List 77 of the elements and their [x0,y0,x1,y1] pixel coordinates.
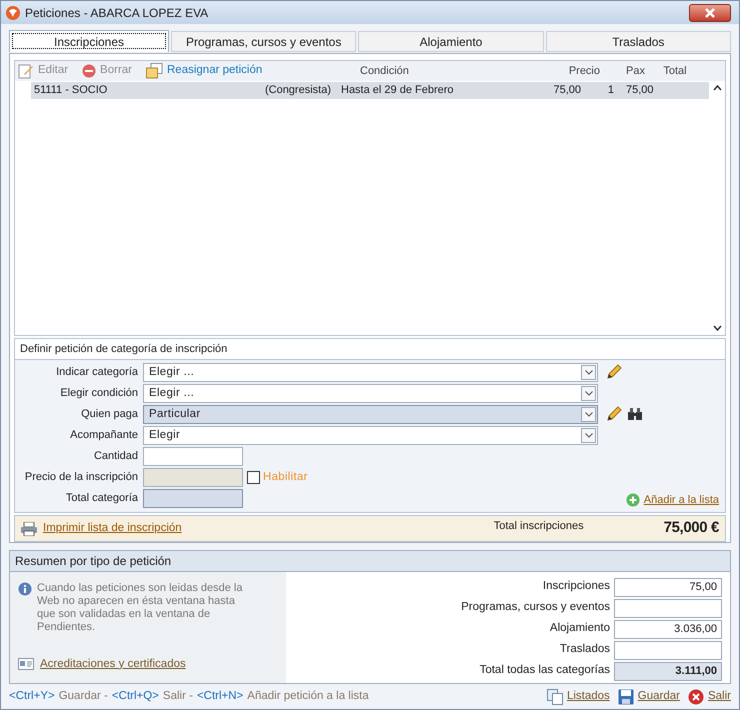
column-header[interactable]: Condición [360,62,550,80]
list-button[interactable]: Listados [546,688,610,706]
close-button[interactable] [689,4,731,22]
input-field[interactable] [143,488,243,508]
tab[interactable]: Programas, cursos y eventos [171,31,356,52]
shortcut-label: Guardar - [58,689,108,704]
edit-icon [18,63,34,79]
search-icon[interactable] [628,408,642,420]
save-button[interactable]: Guardar [618,688,680,706]
table-cell-text: 75,00 [626,83,655,98]
field-label: Total categoría [64,491,139,506]
section-title: Definir petición de categoría de inscripción [15,339,725,360]
section-title: Resumen por tipo de petición [10,551,730,572]
save-icon [618,689,634,705]
total-label: Total inscripciones [494,519,584,534]
field-label: Acompañante [69,428,139,444]
dropdown[interactable]: Elegir ... [143,384,598,403]
summary-value-field: 3.111,00 [614,662,722,680]
shortcut-label: Añadir petición a la lista [247,689,369,704]
add-link[interactable]: Añadir a la lista [644,492,719,508]
dropdown[interactable]: Particular [143,404,598,424]
total-value: 75,000 € [664,518,719,538]
pencil-icon[interactable] [606,406,622,422]
chevron-down-icon [584,370,592,375]
close-icon [688,689,704,705]
info-icon [18,582,32,596]
scroll-up-icon[interactable] [712,85,722,91]
close-icon [705,8,715,18]
table-row[interactable]: 51111 - SOCIO (Congresista) Hasta el 29 de Febrero 75,00 1 75,00 [31,82,709,99]
scroll-down-icon[interactable] [712,325,722,332]
field-label: Quien paga [80,407,139,422]
pencil-icon[interactable] [606,364,622,380]
summary-value-field: 3.036,00 [614,620,722,638]
dropdown[interactable]: Elegir [143,426,598,445]
reassign-button[interactable]: Reasignar petición [146,62,262,80]
table-cell-text: 51111 - SOCIO [33,83,108,98]
table-cell-text: 1 [606,83,615,98]
summary-label: Inscripciones [542,579,610,594]
tab[interactable]: Traslados [546,31,731,52]
field-label: Indicar categoría [55,365,139,380]
field-label: Cantidad [92,449,139,464]
table-cell-text: (Congresista) [264,83,332,98]
shortcut-key: <Ctrl+Q> [112,688,159,706]
id-card-icon [18,658,34,670]
add-icon [626,492,640,507]
chevron-down-icon [584,412,592,417]
table-cell-text: 75,00 [552,83,581,98]
summary-label: Programas, cursos y eventos [461,600,610,616]
shortcut-key: <Ctrl+N> [196,688,244,706]
chevron-down-icon [584,432,592,438]
info-text: Cuando las peticiones son leidas desde la Web no aparecen en ésta ventana hasta que son validadas en la ventana de Pendientes. [37,582,244,634]
dropdown[interactable]: Elegir ... [143,362,598,382]
printer-icon [21,522,37,536]
documents-icon [546,689,563,705]
field-label: Elegir condición [59,386,139,402]
print-link[interactable]: Imprimir lista de inscripción [43,520,182,538]
chevron-down-icon [584,390,592,396]
shortcut-label: Salir - [162,689,193,704]
documents-icon [146,63,163,79]
window-title: Peticiones - ABARCA LOPEZ EVA [25,4,210,22]
column-header[interactable]: Total [645,62,705,80]
tab[interactable]: Alojamiento [358,31,544,52]
input-field[interactable] [143,446,243,466]
table-cell-text: Hasta el 29 de Febrero [341,83,455,98]
column-header[interactable]: Pax [600,62,645,80]
app-icon [5,4,21,20]
summary-value-field: 75,00 [614,578,722,596]
exit-button[interactable]: Salir [688,688,731,706]
accreditations-link[interactable]: Acreditaciones y certificados [40,656,186,673]
summary-label: Total todas las categorías [480,663,610,678]
summary-label: Traslados [560,642,610,658]
shortcut-key: <Ctrl+Y> [9,688,55,706]
tab[interactable]: Inscripciones [9,30,169,52]
summary-label: Alojamiento [550,621,610,636]
column-header[interactable]: Precio [550,62,600,80]
field-label: Precio de la inscripción [24,470,139,486]
delete-icon [82,64,96,78]
